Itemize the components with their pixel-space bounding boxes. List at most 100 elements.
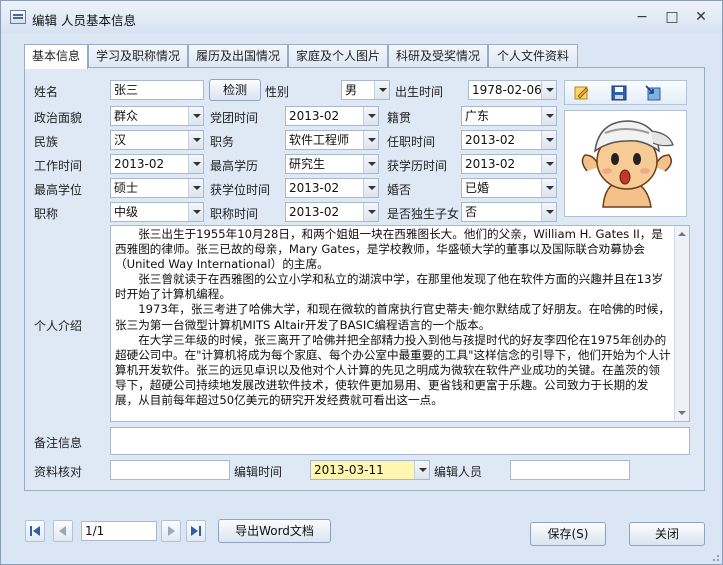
verify-field[interactable]: [110, 460, 230, 480]
native-label: 籍贯: [387, 111, 412, 125]
chevron-down-icon[interactable]: [188, 179, 203, 197]
chevron-down-icon[interactable]: [541, 203, 556, 221]
next-record-button[interactable]: [161, 520, 181, 542]
marriage-select[interactable]: 已婚: [461, 178, 557, 198]
remark-label: 备注信息: [34, 436, 83, 450]
title-bar[interactable]: 编辑 人员基本信息 − □ ✕: [1, 1, 722, 33]
photo-toolbar: [564, 80, 687, 105]
last-record-icon: [191, 526, 201, 536]
title-select[interactable]: 中级: [110, 202, 204, 222]
post-label: 职务: [210, 135, 235, 149]
verify-label: 资料核对: [34, 465, 83, 479]
minimize-button[interactable]: −: [632, 9, 652, 27]
education-label: 最高学历: [210, 159, 259, 173]
restore-button[interactable]: □: [662, 9, 682, 27]
intro-textarea[interactable]: 张三出生于1955年10月28日，和两个姐姐一块在西雅图长大。他们的父亲，Wil…: [110, 225, 690, 422]
title-time-label: 职称时间: [210, 207, 259, 221]
political-select[interactable]: 群众: [110, 106, 204, 126]
degree-time-picker[interactable]: 2013-02: [285, 178, 379, 198]
degree-label: 最高学位: [34, 183, 83, 197]
chevron-down-icon[interactable]: [188, 107, 203, 125]
check-button[interactable]: 检测: [209, 79, 261, 101]
work-time-label: 工作时间: [34, 159, 83, 173]
intro-scrollbar[interactable]: [674, 226, 689, 421]
only-child-select[interactable]: 否: [461, 202, 557, 222]
cartoon-avatar-image: [581, 120, 674, 208]
tab-basic-info[interactable]: 基本信息: [24, 44, 88, 69]
chevron-down-icon[interactable]: [541, 179, 556, 197]
chevron-down-icon[interactable]: [541, 81, 556, 99]
appoint-time-label: 任职时间: [387, 135, 436, 149]
education-time-picker[interactable]: 2013-02: [461, 154, 557, 174]
chevron-down-icon[interactable]: [188, 155, 203, 173]
chevron-down-icon[interactable]: [541, 155, 556, 173]
first-record-button[interactable]: [25, 520, 45, 542]
chevron-down-icon[interactable]: [414, 461, 429, 479]
chevron-down-icon[interactable]: [363, 107, 378, 125]
scroll-up-icon[interactable]: [678, 232, 686, 236]
intro-label: 个人介绍: [34, 319, 83, 333]
ethnic-select[interactable]: 汉: [110, 130, 204, 150]
work-time-picker[interactable]: 2013-02: [110, 154, 204, 174]
education-select[interactable]: 研究生: [285, 154, 379, 174]
chevron-down-icon[interactable]: [188, 131, 203, 149]
chevron-down-icon[interactable]: [188, 203, 203, 221]
tab-study-title[interactable]: 学习及职称情况: [88, 44, 188, 68]
chevron-down-icon[interactable]: [374, 81, 389, 99]
title-time-picker[interactable]: 2013-02: [285, 202, 379, 222]
edit-time-picker[interactable]: 2013-03-11: [310, 460, 430, 480]
prev-record-icon: [59, 526, 66, 536]
tab-research-awards[interactable]: 科研及受奖情况: [388, 44, 488, 68]
save-photo-icon[interactable]: [611, 85, 627, 101]
close-button[interactable]: 关闭: [629, 522, 705, 546]
chevron-down-icon[interactable]: [363, 155, 378, 173]
chevron-down-icon[interactable]: [363, 131, 378, 149]
page-indicator[interactable]: 1/1: [81, 521, 157, 541]
chevron-down-icon[interactable]: [363, 203, 378, 221]
party-time-picker[interactable]: 2013-02: [285, 106, 379, 126]
gender-label: 性别: [265, 85, 290, 99]
post-select[interactable]: 软件工程师: [285, 130, 379, 150]
intro-paragraph: 张三曾就读于在西雅图的公立小学和私立的湖滨中学，在那里他发现了他在软件方面的兴趣…: [115, 272, 664, 302]
birth-label: 出生时间: [395, 85, 444, 99]
tab-resume-abroad[interactable]: 履历及出国情况: [188, 44, 288, 68]
name-label: 姓名: [34, 85, 59, 99]
tab-family-pictures[interactable]: 家庭及个人图片: [288, 44, 388, 68]
scroll-down-icon[interactable]: [678, 411, 686, 415]
title-label: 职称: [34, 207, 59, 221]
native-select[interactable]: 广东: [461, 106, 557, 126]
editor-field[interactable]: [510, 460, 630, 480]
intro-paragraph: 1973年，张三考进了哈佛大学，和现在微软的首席执行官史蒂夫·鲍尔默结成了好朋友…: [115, 302, 670, 332]
chevron-down-icon[interactable]: [541, 131, 556, 149]
first-record-icon: [30, 526, 40, 536]
marriage-label: 婚否: [387, 183, 412, 197]
close-window-button[interactable]: ✕: [691, 9, 711, 27]
prev-record-button[interactable]: [53, 520, 73, 542]
person-photo[interactable]: [564, 110, 687, 217]
gender-select[interactable]: 男: [341, 80, 390, 100]
import-photo-icon[interactable]: [645, 85, 661, 101]
appoint-time-picker[interactable]: 2013-02: [461, 130, 557, 150]
tab-personal-files[interactable]: 个人文件资料: [488, 44, 578, 68]
save-button[interactable]: 保存(S): [530, 522, 606, 546]
edit-person-window: 编辑 人员基本信息 − □ ✕ 基本信息 学习及职称情况 履历及出国情况 家庭及…: [0, 0, 723, 565]
education-time-label: 获学历时间: [387, 159, 448, 173]
chevron-down-icon[interactable]: [541, 107, 556, 125]
birth-date-picker[interactable]: 1978-02-06: [468, 80, 557, 100]
ethnic-label: 民族: [34, 135, 59, 149]
editor-label: 编辑人员: [434, 465, 483, 479]
remark-field[interactable]: [110, 427, 690, 455]
party-time-label: 党团时间: [210, 111, 259, 125]
export-word-button[interactable]: 导出Word文档: [218, 519, 331, 543]
intro-paragraph: 在大学三年级的时候，张三离开了哈佛并把全部精力投入到他与孩提时代的好友李四伦在1…: [115, 332, 671, 408]
edit-photo-icon[interactable]: [574, 85, 590, 101]
chevron-down-icon[interactable]: [363, 179, 378, 197]
name-field[interactable]: 张三: [110, 80, 204, 100]
degree-select[interactable]: 硕士: [110, 178, 204, 198]
political-label: 政治面貌: [34, 111, 83, 125]
edit-time-label: 编辑时间: [234, 465, 283, 479]
intro-text: 张三出生于1955年10月28日，和两个姐姐一块在西雅图长大。他们的父亲，Wil…: [115, 227, 671, 408]
resize-grip-icon[interactable]: [710, 552, 720, 562]
last-record-button[interactable]: [186, 520, 206, 542]
intro-paragraph: 张三出生于1955年10月28日，和两个姐姐一块在西雅图长大。他们的父亲，Wil…: [115, 227, 663, 272]
